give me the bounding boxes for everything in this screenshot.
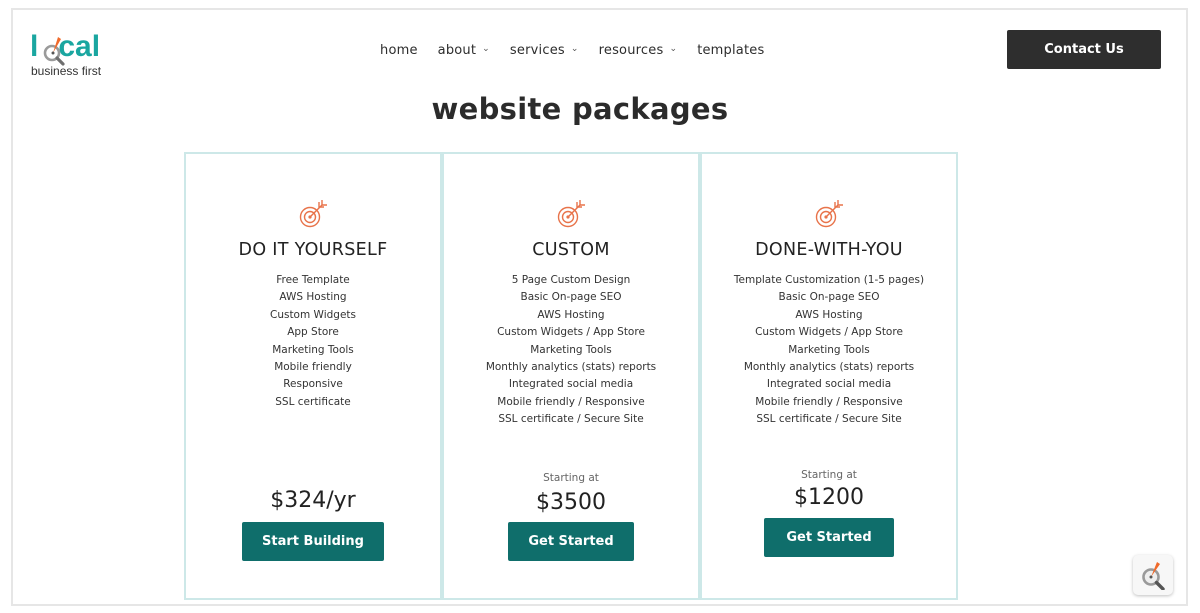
get-started-button[interactable]: Get Started <box>508 522 634 561</box>
feature-item: Integrated social media <box>508 378 634 391</box>
nav-services[interactable]: services ⌄ <box>510 43 579 58</box>
package-card-custom: CUSTOM 5 Page Custom Design Basic On-pag… <box>442 152 700 600</box>
target-arrow-icon <box>299 200 327 228</box>
logo-letter-l: l <box>30 30 39 63</box>
starting-at-label: Starting at <box>543 472 599 484</box>
starting-at-label: Starting at <box>801 469 857 481</box>
feature-item: Marketing Tools <box>530 343 612 356</box>
main-nav: home about ⌄ services ⌄ resources ⌄ temp… <box>380 40 784 60</box>
feature-item: Mobile friendly / Responsive <box>755 395 903 408</box>
feature-item: AWS Hosting <box>795 308 863 321</box>
package-name: CUSTOM <box>532 240 610 260</box>
feature-item: Responsive <box>283 378 343 391</box>
feature-item: Mobile friendly <box>274 361 352 374</box>
feature-item: Custom Widgets / App Store <box>755 326 903 339</box>
floating-search-widget[interactable] <box>1133 555 1173 595</box>
get-started-button[interactable]: Get Started <box>764 518 894 557</box>
feature-item: SSL certificate <box>275 395 351 408</box>
feature-item: Custom Widgets <box>269 308 356 321</box>
feature-item: 5 Page Custom Design <box>511 274 631 286</box>
page-title: website packages <box>431 92 729 126</box>
nav-home[interactable]: home <box>380 43 418 58</box>
site-logo[interactable]: l cal business first <box>30 30 120 80</box>
feature-item: Basic On-page SEO <box>520 291 622 304</box>
contact-us-button[interactable]: Contact Us <box>1007 30 1161 69</box>
feature-list: Free Template AWS Hosting Custom Widgets… <box>186 272 440 411</box>
pricing-cards: DO IT YOURSELF Free Template AWS Hosting… <box>184 152 958 600</box>
package-price: $1200 <box>794 485 864 510</box>
package-card-done-with-you: DONE-WITH-YOU Template Customization (1-… <box>700 152 958 600</box>
magnifier-arrow-icon <box>43 37 65 66</box>
nav-resources-label: resources <box>598 42 664 58</box>
logo-tagline: business first <box>31 64 102 78</box>
nav-home-label: home <box>380 42 418 58</box>
chevron-down-icon: ⌄ <box>570 44 579 54</box>
package-name: DO IT YOURSELF <box>238 240 388 260</box>
package-price: $324/yr <box>270 488 356 513</box>
feature-item: AWS Hosting <box>279 291 347 304</box>
feature-item: SSL certificate / Secure Site <box>498 413 644 426</box>
feature-item: Monthly analytics (stats) reports <box>485 361 657 374</box>
nav-templates[interactable]: templates <box>697 43 764 58</box>
target-arrow-icon <box>815 200 843 228</box>
feature-item: AWS Hosting <box>537 308 605 321</box>
nav-about-label: about <box>437 42 477 58</box>
nav-about[interactable]: about ⌄ <box>438 43 490 58</box>
feature-list: Template Customization (1-5 pages) Basic… <box>702 272 956 429</box>
feature-item: Template Customization (1-5 pages) <box>733 274 925 286</box>
nav-templates-label: templates <box>697 42 765 58</box>
nav-resources[interactable]: resources ⌄ <box>599 43 678 58</box>
package-card-diy: DO IT YOURSELF Free Template AWS Hosting… <box>184 152 442 600</box>
package-name: DONE-WITH-YOU <box>755 240 903 260</box>
feature-item: Integrated social media <box>766 378 892 391</box>
feature-item: Free Template <box>276 274 350 286</box>
chevron-down-icon: ⌄ <box>482 44 490 54</box>
feature-item: SSL certificate / Secure Site <box>756 413 902 426</box>
nav-services-label: services <box>509 42 565 58</box>
package-price: $3500 <box>536 490 606 515</box>
chevron-down-icon: ⌄ <box>669 44 678 54</box>
feature-item: Basic On-page SEO <box>778 291 880 304</box>
feature-list: 5 Page Custom Design Basic On-page SEO A… <box>444 272 698 429</box>
feature-item: Mobile friendly / Responsive <box>497 395 645 408</box>
feature-item: Monthly analytics (stats) reports <box>743 361 915 374</box>
feature-item: Marketing Tools <box>788 343 870 356</box>
magnifier-arrow-icon <box>1142 562 1165 590</box>
target-arrow-icon <box>557 200 585 228</box>
feature-item: App Store <box>287 326 339 339</box>
feature-item: Custom Widgets / App Store <box>497 326 645 339</box>
start-building-button[interactable]: Start Building <box>242 522 384 561</box>
feature-item: Marketing Tools <box>272 343 354 356</box>
